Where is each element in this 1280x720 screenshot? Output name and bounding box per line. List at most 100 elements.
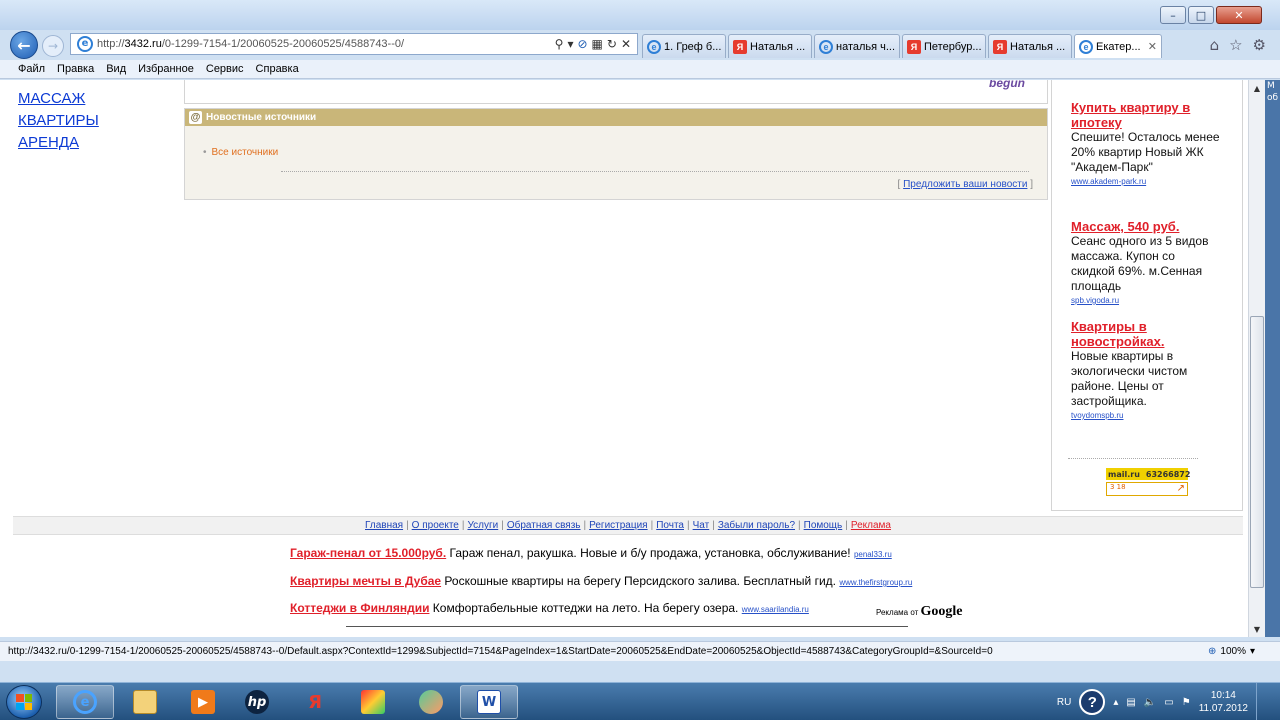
zoom-dropdown-icon[interactable]: ▾ <box>1250 646 1255 657</box>
browser-tab[interactable]: Я Наталья ... <box>988 34 1072 58</box>
ie-page-icon: e <box>1079 39 1093 54</box>
google-ad: Квартиры мечты в Дубае Роскошные квартир… <box>290 574 912 588</box>
footer-link[interactable]: О проекте <box>412 520 459 531</box>
scroll-up-arrow-icon[interactable]: ▲ <box>1249 80 1265 96</box>
taskbar-word[interactable]: W <box>460 685 518 719</box>
gear-icon[interactable]: ⚙ <box>1253 36 1266 54</box>
footer-link[interactable]: Реклама <box>851 520 891 531</box>
tray-expand-icon[interactable]: ▴ <box>1113 697 1118 708</box>
suggest-news-link[interactable]: Предложить ваши новости <box>903 179 1027 190</box>
footer-link[interactable]: Регистрация <box>589 520 647 531</box>
taskbar-media-player[interactable]: ▶ <box>174 685 232 719</box>
tab-close-icon[interactable]: ✕ <box>1144 40 1157 53</box>
taskbar-ie[interactable]: e <box>56 685 114 719</box>
menu-item[interactable]: Избранное <box>138 63 194 75</box>
close-button[interactable]: ✕ <box>1216 6 1262 24</box>
footer-link[interactable]: Обратная связь <box>507 520 581 531</box>
taskbar-explorer[interactable] <box>116 685 174 719</box>
taskbar-yandex[interactable]: Я <box>286 685 344 719</box>
zoom-control[interactable]: ⊕ 100% ▾ <box>1208 646 1280 657</box>
footer-link[interactable]: Забыли пароль? <box>718 520 795 531</box>
start-button[interactable] <box>6 685 42 719</box>
ad-site-link[interactable]: www.akadem-park.ru <box>1071 177 1146 186</box>
left-link-apartments[interactable]: КВАРТИРЫ <box>18 110 99 132</box>
address-bar[interactable]: e http://3432.ru/0-1299-7154-1/20060525-… <box>70 33 638 55</box>
dropdown-icon[interactable]: ▾ <box>567 37 573 51</box>
menu-item[interactable]: Правка <box>57 63 94 75</box>
ad-title-link[interactable]: Квартиры в новостройках. <box>1071 319 1221 349</box>
favorites-star-icon[interactable]: ☆ <box>1229 36 1242 54</box>
ie-page-icon: e <box>819 39 833 54</box>
at-sign-icon: @ <box>189 111 202 124</box>
refresh-icon[interactable]: ↻ <box>607 37 617 51</box>
taskbar-contacts[interactable] <box>402 685 460 719</box>
yandex-icon: Я <box>733 39 747 54</box>
tab-label: Екатер... <box>1096 40 1141 53</box>
menu-item[interactable]: Справка <box>256 63 299 75</box>
google-ad-title[interactable]: Квартиры мечты в Дубае <box>290 574 441 588</box>
google-ad-site[interactable]: www.thefirstgroup.ru <box>839 578 912 587</box>
google-ad-text: Комфортабельные коттеджи на лето. На бер… <box>432 601 739 615</box>
taskbar-hp[interactable]: hp <box>228 685 286 719</box>
ads-by-google[interactable]: Реклама от Google <box>876 604 962 620</box>
vertical-scrollbar[interactable]: ▲ ▼ <box>1248 80 1265 637</box>
footer-link[interactable]: Услуги <box>467 520 498 531</box>
show-desktop-button[interactable] <box>1256 683 1268 720</box>
tab-label: Петербур... <box>924 40 982 53</box>
browser-tab[interactable]: e наталья ч... <box>814 34 900 58</box>
google-ad-site[interactable]: penal33.ru <box>854 550 892 559</box>
google-ad-title[interactable]: Коттеджи в Финляндии <box>290 601 429 615</box>
maximize-button[interactable]: □ <box>1188 6 1214 24</box>
network-icon[interactable]: ▤ <box>1126 697 1135 708</box>
flag-icon[interactable]: ⚑ <box>1182 697 1191 708</box>
mailru-counter[interactable]: mail.ru 63266872 3 18 ↗ <box>1106 468 1190 496</box>
search-icon[interactable]: ⚲ <box>555 37 564 51</box>
taskbar-app-colorful[interactable] <box>344 685 402 719</box>
ad-title-link[interactable]: Купить квартиру в ипотеку <box>1071 100 1221 130</box>
menu-item[interactable]: Файл <box>18 63 45 75</box>
display-icon[interactable]: ▭ <box>1164 697 1173 708</box>
sidebar-ad: Массаж, 540 руб. Сеанс одного из 5 видов… <box>1071 219 1221 306</box>
browser-tab[interactable]: Я Петербур... <box>902 34 986 58</box>
home-icon[interactable]: ⌂ <box>1210 36 1220 54</box>
stop-icon[interactable]: ⊘ <box>577 37 587 51</box>
menu-item[interactable]: Вид <box>106 63 126 75</box>
browser-tab[interactable]: e Екатер... ✕ <box>1074 34 1162 58</box>
ad-title-link[interactable]: Массаж, 540 руб. <box>1071 219 1221 234</box>
forward-button[interactable]: → <box>42 35 64 57</box>
compat-view-icon[interactable]: ▦ <box>592 37 603 51</box>
status-bar: http://3432.ru/0-1299-7154-1/20060525-20… <box>0 641 1280 661</box>
footer-link[interactable]: Чат <box>693 520 710 531</box>
footer-link[interactable]: Главная <box>365 520 403 531</box>
yandex-icon: Я <box>993 39 1007 54</box>
address-url[interactable]: http://3432.ru/0-1299-7154-1/20060525-20… <box>97 38 555 50</box>
tab-label: Наталья ... <box>1010 40 1066 53</box>
left-category-links: МАССАЖ КВАРТИРЫ АРЕНДА <box>18 88 99 154</box>
menu-item[interactable]: Сервис <box>206 63 244 75</box>
begun-ad-box: begun <box>184 80 1048 104</box>
sidebar-ad: Квартиры в новостройках. Новые квартиры … <box>1071 319 1221 421</box>
ad-site-link[interactable]: spb.vigoda.ru <box>1071 296 1119 305</box>
begun-logo[interactable]: begun <box>989 80 1025 90</box>
volume-icon[interactable]: 🔈 <box>1144 697 1156 708</box>
footer-link[interactable]: Помощь <box>804 520 843 531</box>
help-icon[interactable]: ? <box>1079 689 1106 715</box>
footer-link[interactable]: Почта <box>656 520 684 531</box>
left-link-massage[interactable]: МАССАЖ <box>18 88 99 110</box>
browser-tab[interactable]: e 1. Греф б... <box>642 34 726 58</box>
footer-separator: | <box>650 520 654 531</box>
google-ad-site[interactable]: www.saarilandia.ru <box>742 605 809 614</box>
google-ad-title[interactable]: Гараж-пенал от 15.000руб. <box>290 546 446 560</box>
ad-site-link[interactable]: tvoydomspb.ru <box>1071 411 1123 420</box>
minimize-button[interactable]: – <box>1160 6 1186 24</box>
back-button[interactable]: ← <box>10 31 38 59</box>
all-sources-link[interactable]: Все источники <box>212 147 279 158</box>
scroll-thumb[interactable] <box>1250 316 1264 588</box>
stop-x-icon[interactable]: ✕ <box>621 37 631 51</box>
left-link-rent[interactable]: АРЕНДА <box>18 132 99 154</box>
scroll-down-arrow-icon[interactable]: ▼ <box>1249 621 1265 637</box>
ie-page-icon: e <box>77 36 93 52</box>
clock[interactable]: 10:14 11.07.2012 <box>1199 689 1248 715</box>
browser-tab[interactable]: Я Наталья ... <box>728 34 812 58</box>
language-indicator[interactable]: RU <box>1057 697 1071 708</box>
